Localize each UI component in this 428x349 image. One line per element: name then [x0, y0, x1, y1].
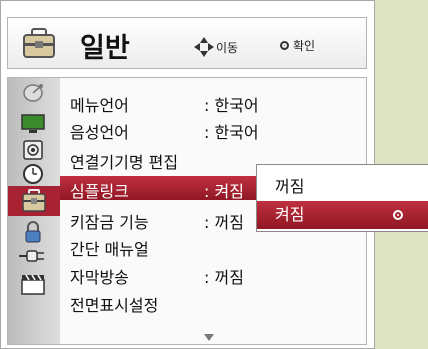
menu-item-key-lock-value: : 꺼짐	[204, 213, 244, 232]
menu-item-simplink[interactable]: 심플링크	[70, 178, 129, 202]
menu-item-audio-language[interactable]: 음성언어	[70, 119, 129, 143]
menu-item-closed-caption[interactable]: 자막방송	[70, 264, 129, 288]
menu-header: 일반 이동 확인	[7, 17, 367, 69]
option-popup: 꺼짐 켜짐	[256, 164, 428, 232]
radio-selected-icon	[393, 210, 403, 220]
toolbox-icon-active[interactable]	[8, 186, 60, 216]
menu-item-menu-language-value: : 한국어	[204, 96, 259, 115]
page-title: 일반	[80, 33, 130, 64]
menu-item-closed-caption-value: : 꺼짐	[204, 268, 244, 287]
menu-item-quick-manual[interactable]: 간단 매뉴얼	[70, 236, 149, 260]
ok-hint: 확인	[280, 37, 315, 54]
menu-item-device-name-edit[interactable]: 연결기기명 편집	[70, 149, 178, 173]
lock-icon[interactable]	[16, 220, 50, 244]
dpad-icon	[194, 37, 214, 57]
move-hint-label: 이동	[216, 40, 239, 55]
menu-item-front-display[interactable]: 전면표시설정	[70, 292, 158, 316]
scroll-down-arrow-icon[interactable]	[204, 334, 214, 341]
menu-item-simplink-value: : 켜짐	[204, 182, 244, 201]
move-hint: 이동	[194, 37, 238, 57]
menu-item-audio-language-value: : 한국어	[204, 123, 259, 142]
toolbox-icon	[23, 28, 55, 58]
popup-option-off-label: 꺼짐	[275, 177, 305, 196]
menu-item-key-lock[interactable]: 키잠금 기능	[70, 209, 149, 233]
category-sidebar	[8, 78, 60, 344]
monitor-icon[interactable]	[16, 112, 50, 136]
menu-item-menu-language[interactable]: 메뉴언어	[70, 92, 129, 116]
ok-button-icon	[280, 41, 289, 50]
ok-hint-label: 확인	[293, 39, 316, 53]
popup-option-on-label: 켜짐	[275, 205, 305, 224]
clock-icon[interactable]	[16, 162, 50, 186]
speaker-icon[interactable]	[16, 138, 50, 162]
satellite-icon[interactable]	[16, 82, 50, 106]
clapperboard-icon[interactable]	[16, 272, 50, 296]
popup-option-off[interactable]: 꺼짐	[257, 173, 428, 201]
popup-option-on[interactable]: 켜짐	[257, 201, 428, 229]
plug-icon[interactable]	[16, 244, 50, 268]
